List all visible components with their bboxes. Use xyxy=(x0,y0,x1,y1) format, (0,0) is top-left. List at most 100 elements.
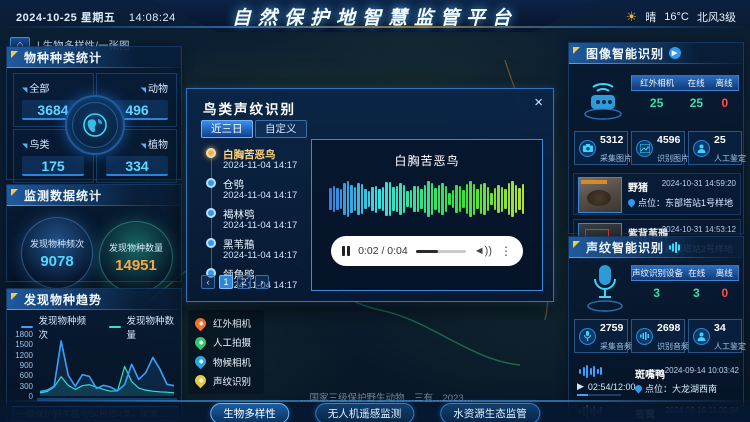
stat-collected-audio: 2759 采集音频 xyxy=(574,319,632,353)
species-stats-panel: 物种种类统计 全部 3684 动物 496 鸟类 175 植物 334 xyxy=(6,46,182,183)
stat-manual-verified: 25 人工鉴定 xyxy=(688,131,746,165)
table-header: 红外相机 在线 离线 xyxy=(631,75,739,91)
pagination-prev[interactable]: ‹ xyxy=(201,275,215,289)
stat-label: 人工鉴定 xyxy=(714,342,746,351)
stat-label: 识别图片 xyxy=(657,154,689,163)
col-offline: 离线 xyxy=(715,78,733,88)
audio-card-duck[interactable]: ▶ 02:54/12:00 斑嘴鸭 2024-09-14 10:03:42 点位… xyxy=(573,361,741,399)
play-icon[interactable]: ▶ xyxy=(577,381,584,392)
stat-label: 识别音频 xyxy=(657,342,689,351)
close-icon[interactable]: × xyxy=(534,94,543,111)
audio-datetime: 2024-09-14 10:03:42 xyxy=(664,366,739,375)
table-values: 3 3 0 xyxy=(631,281,739,303)
location-pin-icon xyxy=(626,197,637,208)
record-time: 2024-11-04 14:17 xyxy=(223,220,298,231)
detection-card-boar[interactable]: 野猪 2024-10-31 14:59:20 点位：东部塔站1号样地 xyxy=(573,173,741,215)
weather-wind: 北风3级 xyxy=(696,12,736,24)
stat-label: 采集音频 xyxy=(600,342,632,351)
audio-player: 0:02 / 0:04 ◄)) ⋮ xyxy=(331,236,523,266)
timeline-dot xyxy=(206,238,216,248)
pagination-next[interactable]: › xyxy=(255,275,269,289)
weather-temperature: 16°C xyxy=(664,11,689,23)
weather-widget: ☀ 晴 16°C 北风3级 xyxy=(626,9,736,25)
detection-datetime: 2024-10-31 14:59:20 xyxy=(661,179,736,188)
stat-label: 采集图片 xyxy=(600,154,632,163)
col-online: 在线 xyxy=(688,268,706,278)
tab-drone-monitoring[interactable]: 无人机遥感监测 xyxy=(314,403,415,422)
infrared-camera-pin-icon xyxy=(192,315,209,331)
count-bubble: 发现物种数量 14951 xyxy=(99,221,173,293)
image-icon xyxy=(636,139,653,157)
legend-item-manual-photo[interactable]: 人工拍摄 xyxy=(192,334,257,351)
voiceprint-status-table: 声纹识别设备 在线 离线 3 3 0 xyxy=(631,265,739,303)
tab-water-resource[interactable]: 水资源生态监管 xyxy=(440,403,540,422)
player-progress-bar[interactable] xyxy=(415,249,466,253)
monitoring-panel-title: 监测数据统计 xyxy=(7,185,181,206)
waveform-small-icon xyxy=(579,364,602,378)
legend-item-phenology-camera[interactable]: 物候相机 xyxy=(192,353,257,370)
legend-item-label: 物候相机 xyxy=(213,357,252,369)
pagination-page-2[interactable]: 2 xyxy=(237,275,251,289)
monitoring-stats-panel: 监测数据统计 发现物种频次 9078 发现物种数量 14951 xyxy=(6,184,182,293)
stat-recognized-audio: 2698 识别音频 xyxy=(631,319,689,353)
person-icon xyxy=(693,139,710,157)
detection-datetime: 2024-10-31 14:53:12 xyxy=(661,225,736,234)
location-pin-icon xyxy=(633,383,644,394)
stat-value: 2698 xyxy=(657,322,681,334)
modal-title: 鸟类声纹识别 xyxy=(203,102,296,117)
bird-voiceprint-modal: 鸟类声纹识别 × 近三日 自定义 白胸苦恶鸟 2024-11-04 14:17 … xyxy=(186,88,554,302)
timeline-dot xyxy=(206,178,216,188)
detection-name: 野猪 xyxy=(628,183,648,194)
player-menu-icon[interactable]: ⋮ xyxy=(500,245,512,257)
person-icon xyxy=(693,327,710,345)
stat-value: 25 xyxy=(714,134,726,146)
audio-progress-bar[interactable] xyxy=(577,394,621,396)
legend-swatch-teal xyxy=(109,326,122,328)
trend-panel-title: 发现物种趋势 xyxy=(7,289,181,310)
tab-biodiversity[interactable]: 生物多样性 xyxy=(210,403,289,422)
y-axis-ticks: 0 300 600 900 1200 1500 1800 xyxy=(15,330,33,401)
pause-icon[interactable] xyxy=(342,246,351,256)
infrared-camera-icon xyxy=(579,73,627,128)
legend-item-label: 红外相机 xyxy=(213,319,252,330)
bubble-value: 9078 xyxy=(40,252,74,270)
tab-custom[interactable]: 自定义 xyxy=(255,120,307,138)
stat-value: 5312 xyxy=(600,134,624,146)
table-header: 声纹识别设备 在线 离线 xyxy=(631,265,739,281)
image-stats-row: 5312 采集图片 4596 识别图片 25 人工鉴定 xyxy=(574,131,746,165)
soundwave-small-icon xyxy=(636,327,653,345)
stat-recognized-images: 4596 识别图片 xyxy=(631,131,689,165)
bubble-label: 发现物种数量 xyxy=(108,242,163,253)
audio-play-row[interactable]: ▶ 02:54/12:00 xyxy=(577,381,635,392)
col-device: 声纹识别设备 xyxy=(632,268,684,278)
tab-recent-3-days[interactable]: 近三日 xyxy=(201,120,253,138)
bubble-value: 14951 xyxy=(115,256,157,274)
map-legend: 红外相机 人工拍摄 物候相机 声纹识别 xyxy=(188,310,264,394)
microphone-icon xyxy=(583,261,627,320)
audio-stats-row: 2759 采集音频 2698 识别音频 34 人工鉴定 xyxy=(574,319,746,353)
manual-photo-pin-icon xyxy=(192,334,209,351)
frequency-bubble: 发现物种频次 9078 xyxy=(21,217,93,289)
speaker-waves-icon xyxy=(669,241,681,253)
stat-label: 人工鉴定 xyxy=(714,154,746,163)
detection-thumbnail xyxy=(578,177,622,213)
page-title: 自然保护地智慧监管平台 xyxy=(231,7,518,29)
stat-manual-verified: 34 人工鉴定 xyxy=(688,319,746,353)
play-icon[interactable]: ▶ xyxy=(669,47,682,59)
stat-value: 2759 xyxy=(600,322,624,334)
date-label: 2024-10-25 星期五 xyxy=(16,12,116,24)
species-label: 植物 xyxy=(141,136,168,151)
pagination-page-1[interactable]: 1 xyxy=(219,275,233,289)
species-value: 175 xyxy=(22,156,84,176)
legend-item-voiceprint[interactable]: 声纹识别 xyxy=(192,373,257,389)
volume-icon[interactable]: ◄)) xyxy=(474,245,492,257)
record-time: 2024-11-04 14:17 xyxy=(223,250,298,261)
audio-location: 点位：大龙湖西南 xyxy=(633,382,717,395)
device-total: 3 xyxy=(653,286,660,300)
species-panel-title: 物种种类统计 xyxy=(7,47,181,68)
datetime: 2024-10-25 星期五 14:08:24 xyxy=(16,9,176,25)
sun-icon: ☀ xyxy=(625,9,638,24)
audio-ai-title: 声纹智能识别 xyxy=(569,237,743,258)
legend-item-infrared-camera[interactable]: 红外相机 xyxy=(192,315,257,331)
record-time: 2024-11-04 14:17 xyxy=(223,190,298,201)
